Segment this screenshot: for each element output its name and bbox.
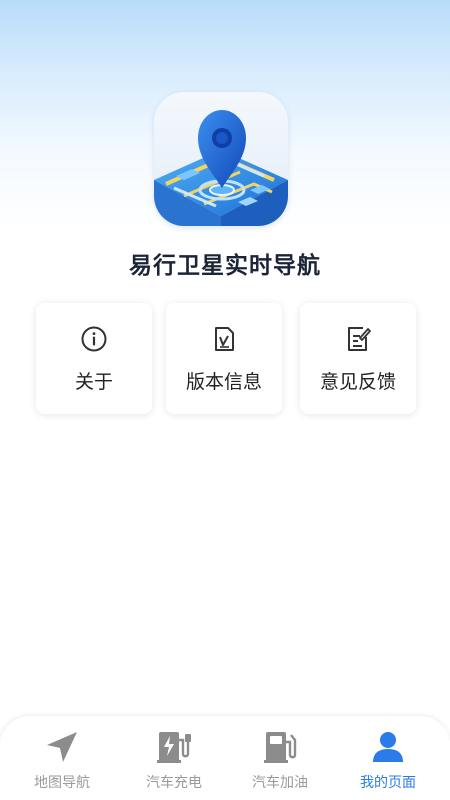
tab-label: 地图导航 [34, 775, 90, 791]
feedback-card[interactable]: 意见反馈 [300, 303, 416, 414]
app-icon [154, 92, 288, 226]
tab-car-charging[interactable]: 汽车充电 [118, 716, 230, 800]
about-label: 关于 [74, 371, 113, 393]
version-info-label: 版本信息 [185, 371, 262, 393]
version-info-card[interactable]: 版本信息 [166, 303, 282, 414]
navigation-arrow-icon [6, 728, 118, 766]
tab-label: 我的页面 [360, 775, 416, 791]
fuel-pump-icon [224, 728, 336, 766]
about-card[interactable]: 关于 [36, 303, 152, 414]
tab-label: 汽车充电 [146, 775, 202, 791]
info-circle-icon [36, 325, 152, 355]
document-check-icon [166, 325, 282, 355]
charging-station-icon [118, 728, 230, 766]
feedback-label: 意见反馈 [319, 371, 396, 393]
app-name: 易行卫星实时导航 [129, 253, 321, 279]
tab-car-refueling[interactable]: 汽车加油 [224, 716, 336, 800]
edit-feedback-icon [300, 325, 416, 355]
tab-map-navigation[interactable]: 地图导航 [6, 716, 118, 800]
map-location-pin-icon [154, 110, 288, 226]
tab-my-page[interactable]: 我的页面 [332, 716, 444, 800]
user-icon [332, 728, 444, 766]
tab-label: 汽车加油 [252, 775, 308, 791]
bottom-tab-bar: 地图导航 汽车充电 汽车加油 我的页面 [0, 716, 450, 800]
